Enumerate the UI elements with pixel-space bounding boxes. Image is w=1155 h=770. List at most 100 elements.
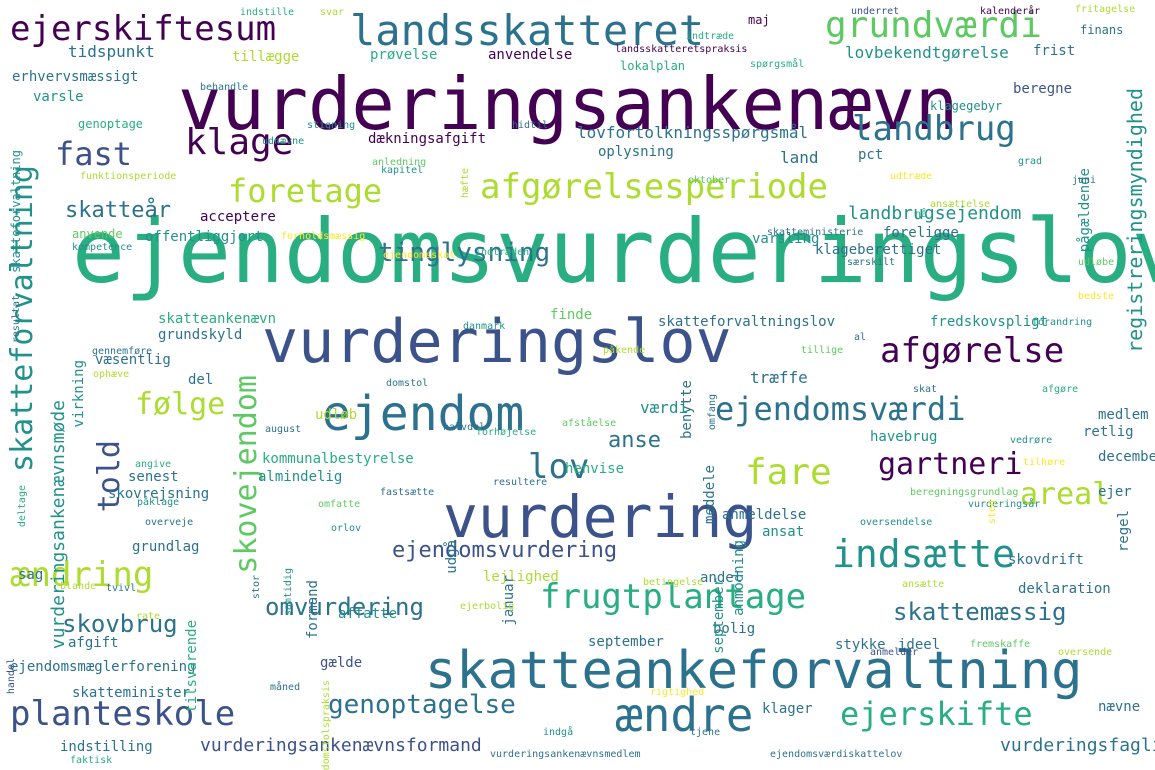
cloud-word: maj bbox=[748, 13, 770, 27]
cloud-word: indstille bbox=[240, 7, 295, 18]
cloud-word: finans bbox=[1080, 23, 1124, 37]
cloud-word: skatteår bbox=[65, 198, 171, 223]
cloud-word: omfang bbox=[707, 394, 718, 431]
cloud-word: ejendomsskat bbox=[383, 250, 456, 261]
cloud-word: handel bbox=[6, 658, 17, 695]
cloud-word: del bbox=[188, 372, 214, 388]
cloud-word: tidspunkt bbox=[68, 42, 155, 61]
cloud-word: gælde bbox=[320, 655, 363, 671]
cloud-word: afgørelsesperiode bbox=[480, 167, 828, 207]
cloud-word: nå bbox=[915, 209, 928, 220]
cloud-word: skatteforvaltning bbox=[9, 150, 23, 273]
cloud-word: september bbox=[711, 578, 727, 654]
cloud-word: kompetence bbox=[72, 242, 133, 253]
cloud-word: planteskole bbox=[10, 694, 236, 734]
cloud-word: afgift bbox=[68, 635, 119, 651]
cloud-word: træffe bbox=[750, 368, 808, 387]
cloud-word: genoptage bbox=[78, 117, 144, 131]
cloud-word: fremskaffe bbox=[970, 639, 1031, 650]
cloud-word: ejer bbox=[1098, 484, 1132, 500]
cloud-word: ejerskifte bbox=[840, 695, 1033, 733]
cloud-word: resultere bbox=[493, 477, 548, 488]
cloud-word: udgå bbox=[444, 540, 460, 574]
cloud-word: klager bbox=[762, 701, 813, 717]
cloud-word: afståelse bbox=[562, 418, 617, 429]
cloud-word: anvende bbox=[72, 227, 123, 241]
cloud-word: kommunalbestyrelse bbox=[262, 451, 414, 467]
cloud-word: foretage bbox=[228, 172, 383, 210]
cloud-word: landbrug bbox=[852, 109, 1016, 149]
cloud-word: svar bbox=[320, 7, 345, 18]
cloud-word: ejerskiftesum bbox=[10, 9, 277, 49]
cloud-word: finde bbox=[550, 307, 593, 323]
cloud-word: deklaration bbox=[1018, 581, 1111, 597]
cloud-word: vurderingsankenævnsformand bbox=[200, 735, 482, 756]
cloud-word: december bbox=[1098, 449, 1155, 465]
cloud-word: genoptagelse bbox=[328, 690, 516, 720]
cloud-word: udløbe bbox=[1078, 257, 1115, 268]
cloud-word: blande bbox=[60, 581, 97, 592]
cloud-word: anmodning bbox=[731, 540, 747, 616]
cloud-word: indgå bbox=[543, 727, 574, 738]
cloud-word: prøvelse bbox=[370, 47, 438, 63]
cloud-word: fritagelse bbox=[1075, 4, 1136, 15]
cloud-word: domstol bbox=[386, 378, 429, 389]
cloud-word: medlem bbox=[1098, 407, 1149, 423]
cloud-word: samtidig bbox=[283, 568, 294, 617]
cloud-word: ejerbolig bbox=[460, 601, 515, 612]
cloud-word: offentliggjort bbox=[145, 229, 264, 245]
cloud-word: beregne bbox=[1013, 81, 1073, 97]
cloud-word: tvivl bbox=[106, 583, 137, 594]
word-cloud: ejendomsvurderingslov vurderingsankenævn v… bbox=[0, 0, 1155, 770]
cloud-word: ansættelse bbox=[930, 199, 991, 210]
cloud-word: vurderingsfaglig bbox=[1000, 735, 1155, 756]
cloud-word: forandring bbox=[1032, 317, 1093, 328]
cloud-word: affatte bbox=[338, 606, 398, 622]
cloud-word: tillige bbox=[801, 345, 844, 356]
cloud-word: kalenderår bbox=[980, 6, 1041, 17]
cloud-word: oktober bbox=[688, 175, 731, 186]
cloud-word: behandle bbox=[200, 82, 249, 93]
cloud-word: tilsvarende bbox=[184, 620, 200, 713]
cloud-word: vedrøre bbox=[1010, 435, 1053, 446]
cloud-word: fredskovspligt bbox=[930, 314, 1049, 330]
cloud-word: indtræden bbox=[475, 247, 530, 258]
cloud-word: særskilt bbox=[847, 257, 896, 268]
cloud-word: erhvervsmæssigt bbox=[12, 69, 139, 85]
cloud-word: grundlag bbox=[132, 539, 200, 555]
cloud-word: angive bbox=[135, 459, 172, 470]
cloud-word: vurderingsankenævnsmedlem bbox=[490, 749, 641, 760]
cloud-word: ændre bbox=[615, 688, 754, 742]
cloud-word: varsle bbox=[33, 89, 84, 105]
cloud-word: lovbekendtgørelse bbox=[845, 43, 1009, 62]
cloud-word: landsskatteretspraksis bbox=[615, 44, 748, 55]
cloud-word: skattemæssig bbox=[893, 598, 1067, 626]
cloud-word: omfatte bbox=[318, 499, 361, 510]
cloud-word: grundskyld bbox=[158, 327, 243, 343]
cloud-word: ejendomsværdi bbox=[715, 390, 966, 428]
cloud-word: rate bbox=[136, 611, 161, 622]
cloud-word: al bbox=[854, 332, 867, 343]
cloud-word: deltage bbox=[17, 485, 28, 528]
cloud-word: skatteforvaltningslov bbox=[658, 314, 836, 330]
cloud-word: ansætte bbox=[902, 579, 945, 590]
cloud-word: skatteminister bbox=[72, 685, 191, 701]
cloud-word: værdi bbox=[640, 398, 689, 417]
cloud-word: anvendelse bbox=[488, 47, 573, 63]
cloud-word: lokalplan bbox=[620, 59, 686, 73]
cloud-word: indtræde bbox=[686, 31, 735, 42]
cloud-word: skatteministerie bbox=[767, 227, 864, 238]
cloud-word: skatteankenævn bbox=[158, 311, 277, 327]
cloud-word: dækningsafgift bbox=[368, 131, 487, 147]
cloud-word: vurderingsår bbox=[968, 499, 1041, 510]
cloud-word: fast bbox=[55, 135, 133, 173]
cloud-word: august bbox=[265, 424, 302, 435]
cloud-word: gennemføre bbox=[92, 346, 153, 357]
cloud-word: oversende bbox=[1058, 647, 1113, 658]
cloud-word: ansat bbox=[762, 524, 805, 540]
cloud-word: registreringsmyndighed bbox=[1123, 88, 1147, 353]
cloud-word: vurderingsankenævnsmøde bbox=[48, 400, 69, 650]
cloud-word: klageberettiget bbox=[815, 242, 942, 258]
cloud-word: september bbox=[588, 634, 664, 650]
cloud-word: hidtil bbox=[512, 120, 549, 131]
